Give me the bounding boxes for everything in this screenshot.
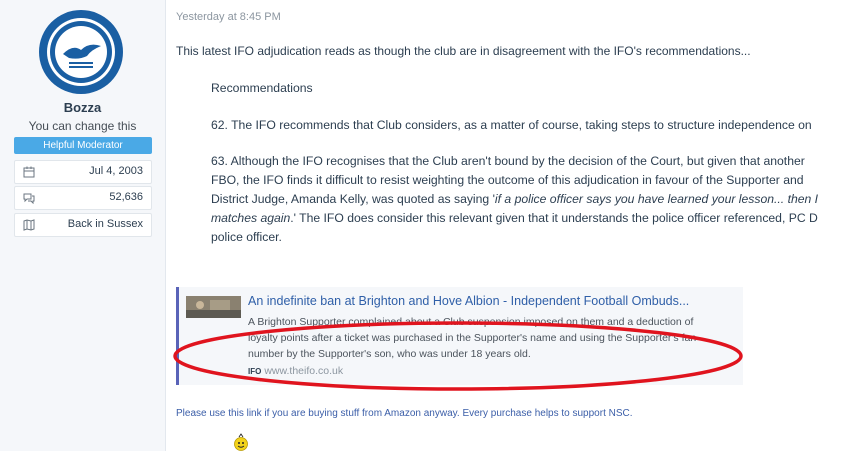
quote-italic-text: if a police officer says you have learne… — [494, 192, 819, 206]
link-preview-domain-text: www.theifo.co.uk — [264, 365, 344, 377]
link-preview-description: A Brighton Supporter complained about a … — [248, 314, 738, 362]
quote-paragraph-63-line4: matches again.' The IFO does consider th… — [211, 209, 818, 228]
smiley-emoji-icon — [234, 433, 248, 451]
avatar[interactable] — [39, 10, 123, 94]
calendar-icon — [23, 166, 35, 178]
link-preview-description-line: A Brighton Supporter complained about a … — [248, 316, 694, 328]
post-intro: This latest IFO adjudication reads as th… — [176, 44, 751, 58]
quote-heading: Recommendations — [211, 81, 313, 95]
map-icon — [23, 219, 35, 231]
user-title: You can change this — [28, 119, 137, 133]
post-timestamp[interactable]: Yesterday at 8:45 PM — [176, 11, 281, 23]
quote-text: .' The IFO does consider this relevant g… — [290, 211, 818, 225]
stat-joined-value: Jul 4, 2003 — [89, 165, 143, 177]
link-preview-title[interactable]: An indefinite ban at Brighton and Hove A… — [248, 294, 689, 308]
messages-icon — [23, 193, 35, 204]
quote-text: District Judge, Amanda Kelly, was quoted… — [211, 192, 495, 206]
quote-paragraph-63-line3: District Judge, Amanda Kelly, was quoted… — [211, 190, 818, 209]
link-preview-thumbnail[interactable] — [186, 296, 241, 318]
quote-paragraph-63-line5: police officer. — [211, 230, 282, 244]
quote-paragraph-63-line1: 63. Although the IFO recognises that the… — [211, 154, 805, 168]
link-preview-domain[interactable]: IFO www.theifo.co.uk — [248, 365, 343, 377]
site-favicon-label: IFO — [248, 367, 262, 376]
role-badge: Helpful Moderator — [14, 137, 152, 154]
stat-joined: Jul 4, 2003 — [14, 160, 152, 184]
user-sidebar: Bozza You can change this Helpful Modera… — [0, 0, 166, 451]
link-preview-description-line: number by the Supporter's son, who was u… — [248, 348, 531, 360]
stat-messages: 52,636 — [14, 186, 152, 210]
stat-messages-value: 52,636 — [109, 191, 143, 203]
link-preview-card[interactable]: An indefinite ban at Brighton and Hove A… — [176, 287, 743, 385]
stat-location-value[interactable]: Back in Sussex — [68, 218, 143, 230]
link-preview-description-line: loyalty points after a ticket was purcha… — [248, 332, 697, 344]
username[interactable]: Bozza — [0, 100, 165, 115]
quote-paragraph-63-line2: FBO, the IFO finds it difficult to resis… — [211, 173, 804, 187]
signature-link[interactable]: Please use this link if you are buying s… — [176, 408, 633, 419]
stat-location: Back in Sussex — [14, 213, 152, 237]
quote-paragraph-62: 62. The IFO recommends that Club conside… — [211, 118, 812, 132]
quote-italic-text: matches again — [211, 211, 291, 225]
